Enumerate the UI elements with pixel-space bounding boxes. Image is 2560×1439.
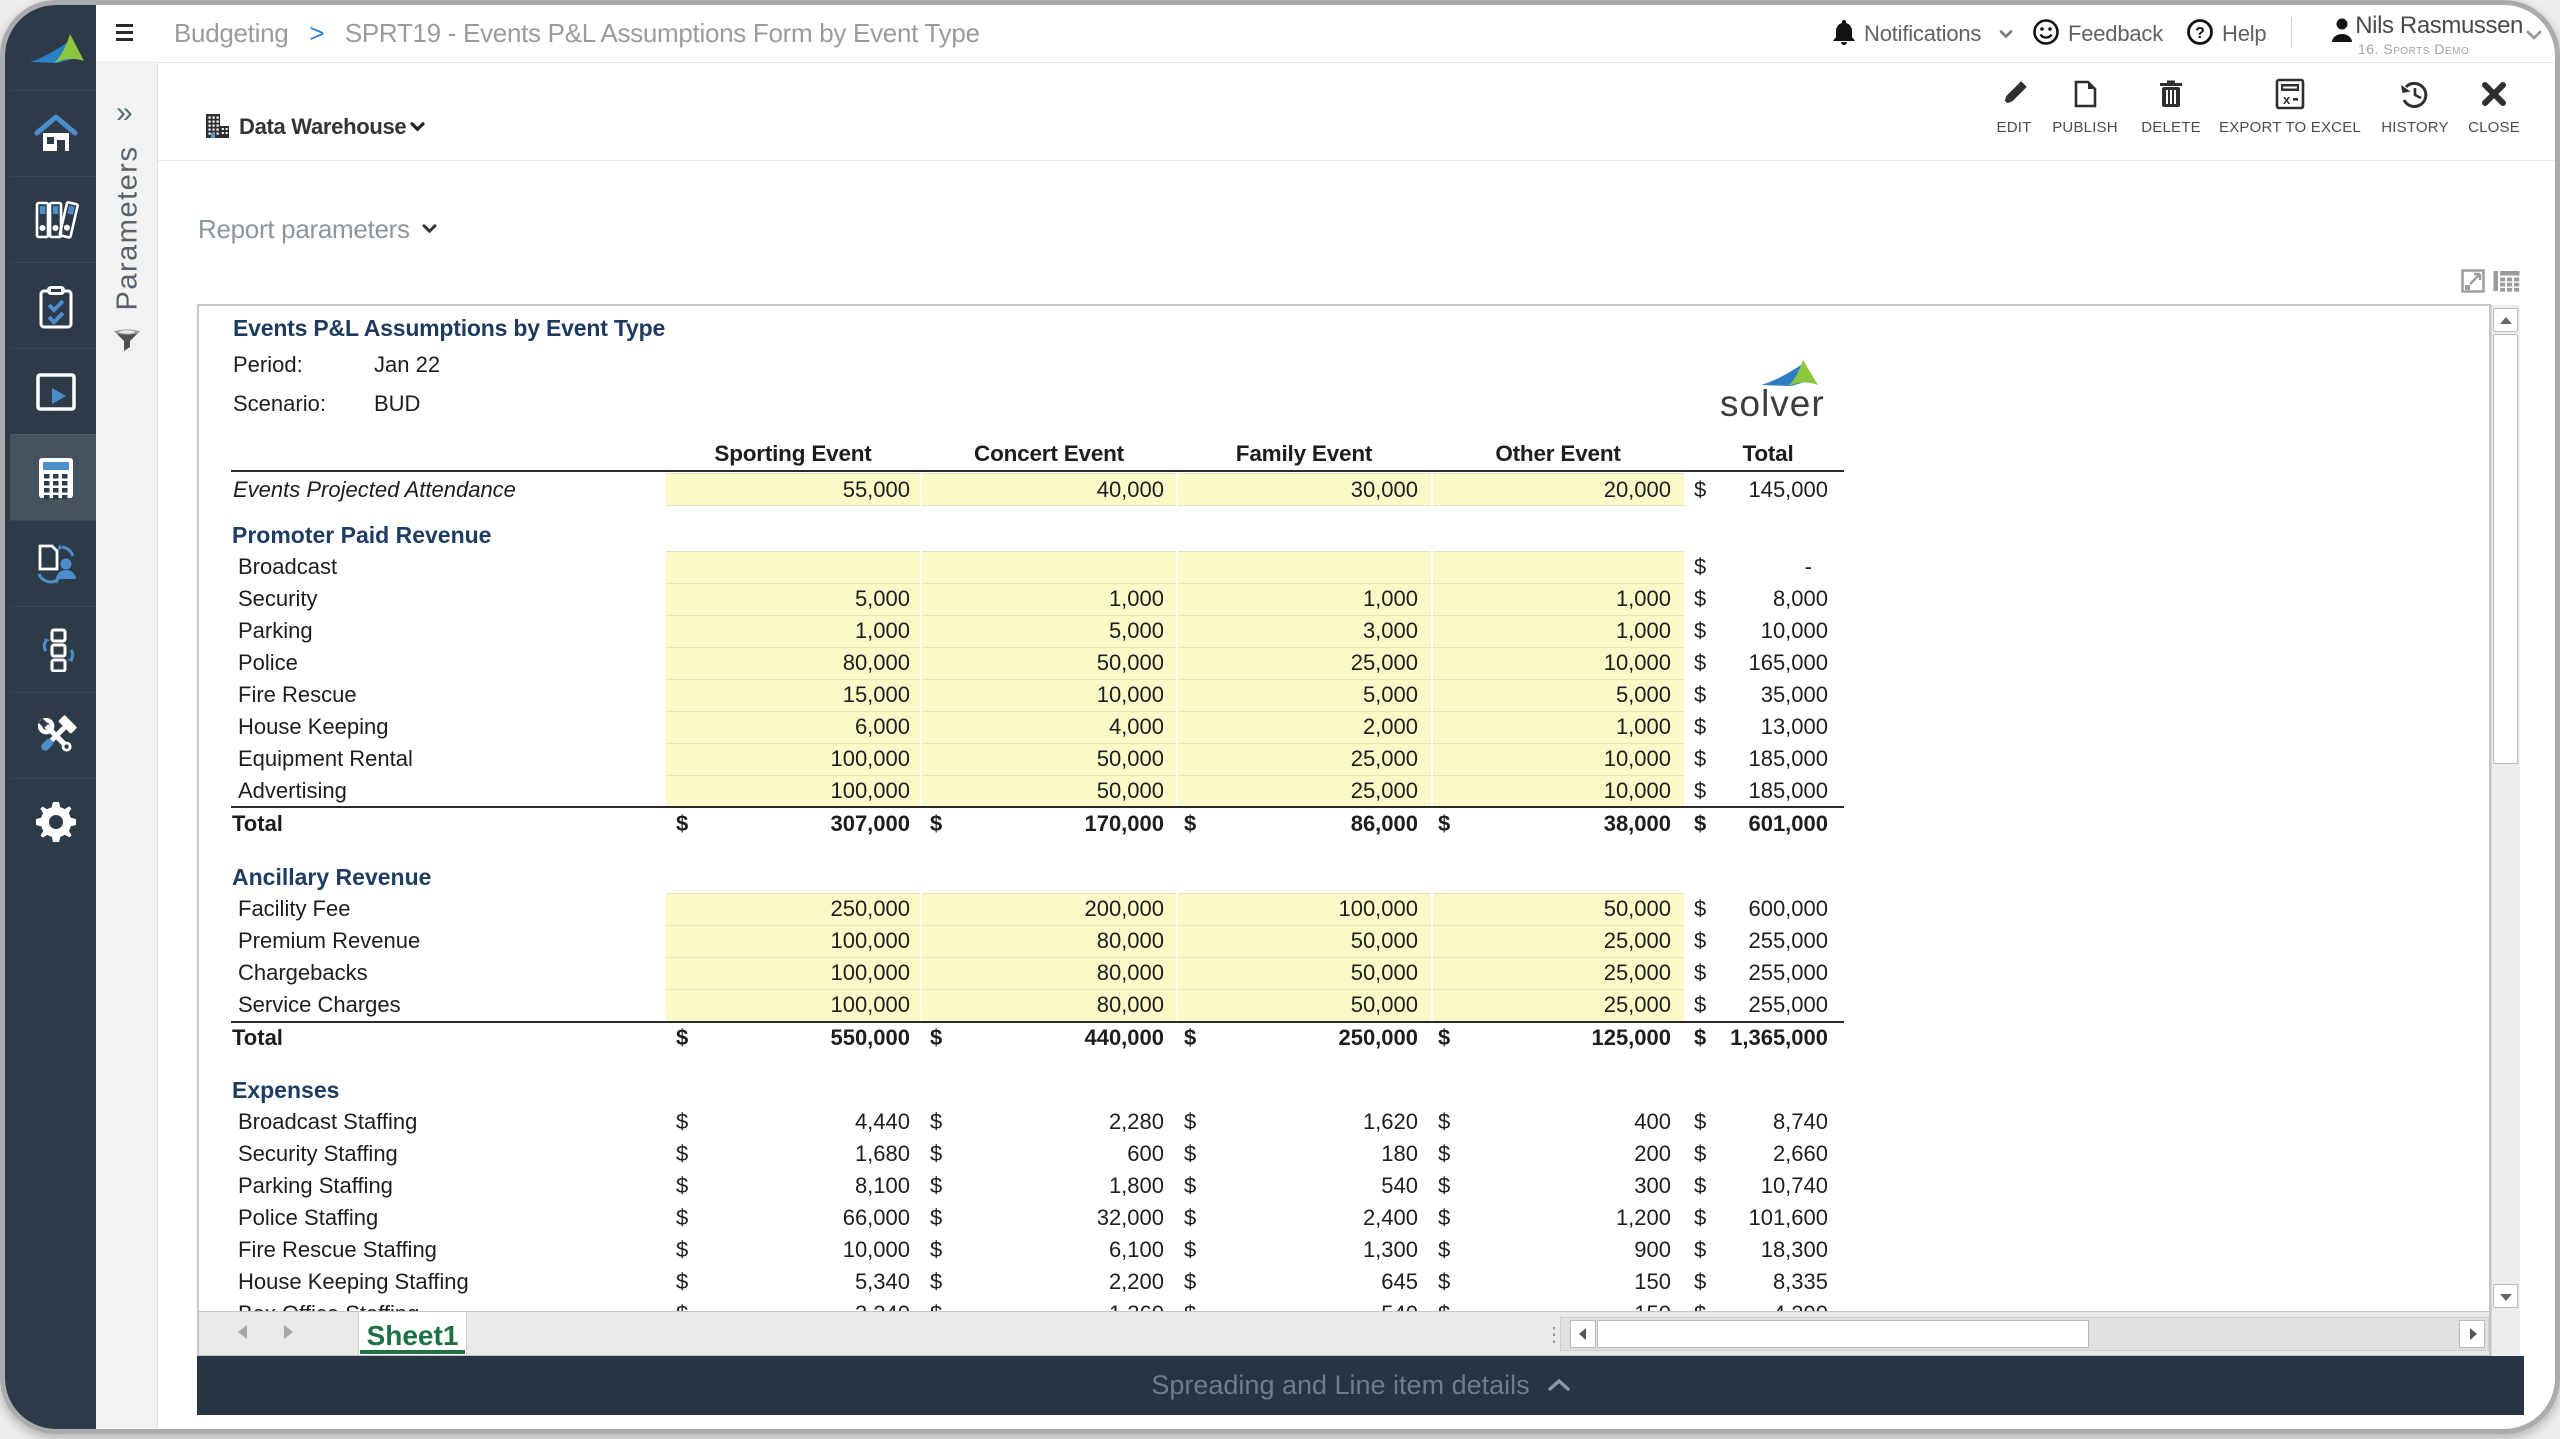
svg-text:x: x xyxy=(2283,92,2291,107)
svg-text:?: ? xyxy=(2195,25,2205,42)
